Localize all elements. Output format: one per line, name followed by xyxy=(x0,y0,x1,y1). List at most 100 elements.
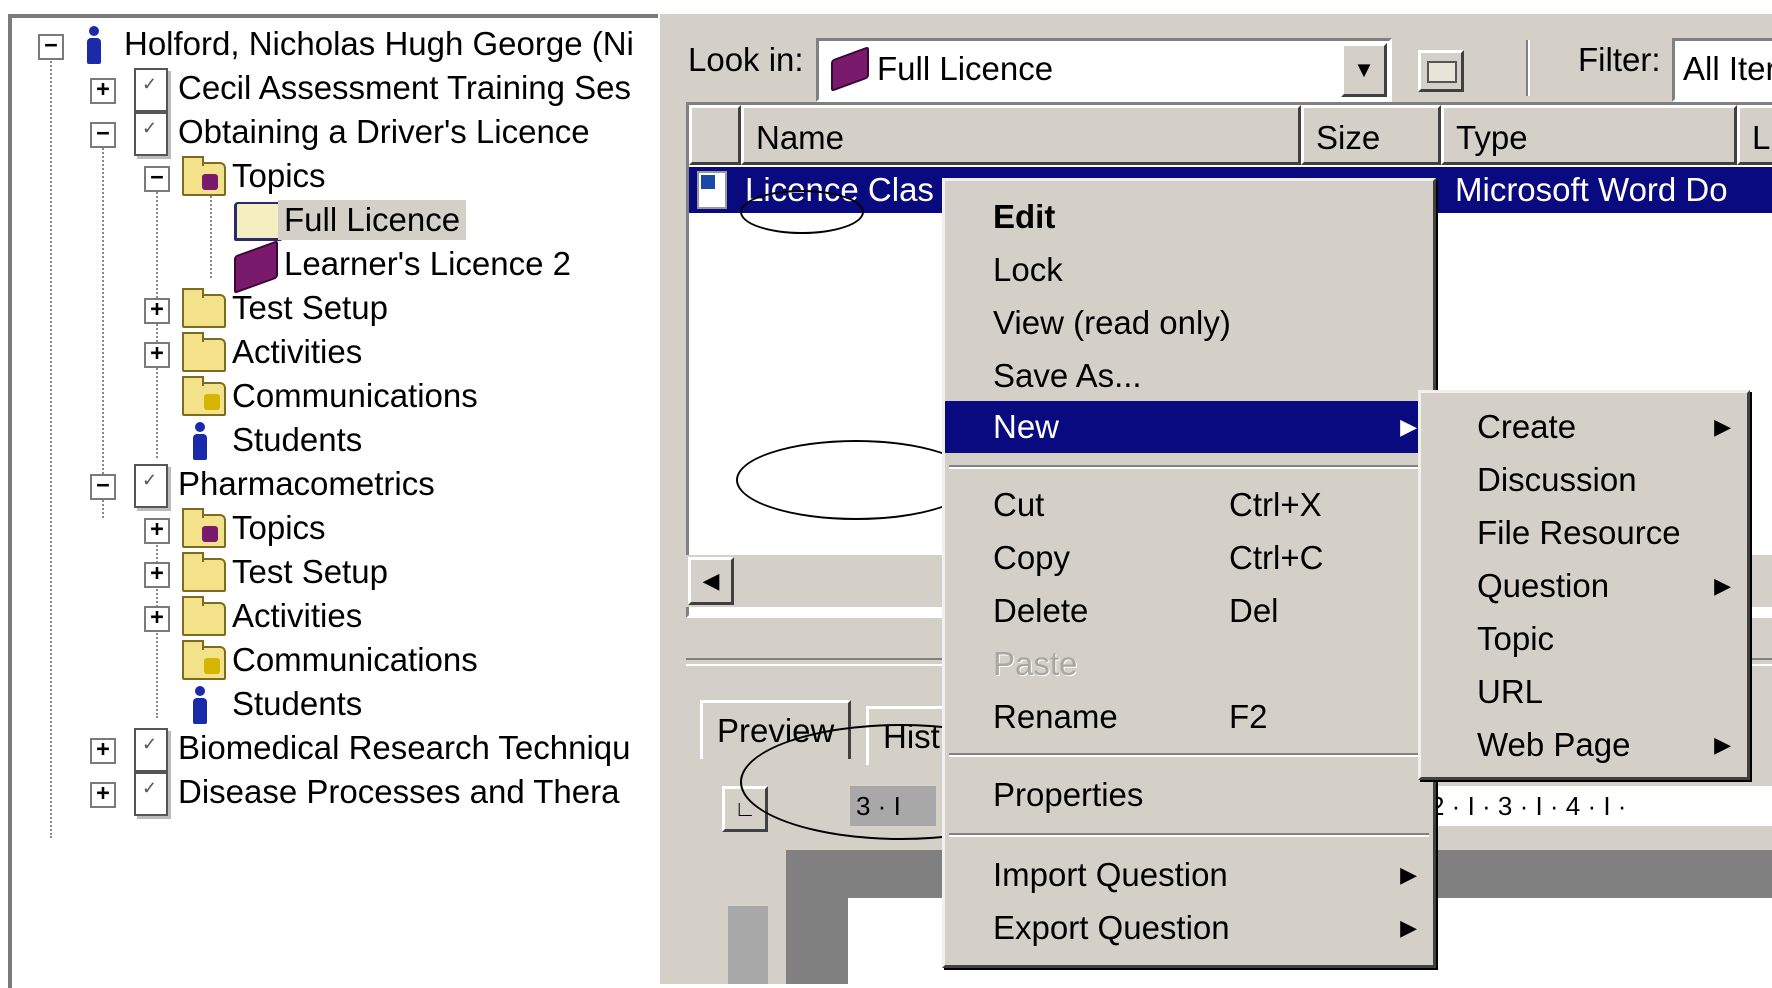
activities-folder-icon xyxy=(182,332,226,372)
expand-toggle[interactable]: + xyxy=(144,298,170,324)
menu-item-properties[interactable]: Properties xyxy=(945,769,1433,821)
icon-column-header[interactable] xyxy=(689,105,741,165)
tree-communications[interactable]: Communications xyxy=(232,640,478,680)
submenu-item-create[interactable]: Create ▶ xyxy=(1421,401,1747,453)
menu-item-label: Topic xyxy=(1477,620,1555,657)
tree-course[interactable]: Obtaining a Driver's Licence xyxy=(178,112,590,152)
students-icon xyxy=(192,686,208,726)
submenu-item-discussion[interactable]: Discussion xyxy=(1421,454,1747,506)
vertical-ruler xyxy=(728,906,768,984)
menu-item-copy[interactable]: Copy Ctrl+C xyxy=(945,532,1433,584)
tree-topics[interactable]: Topics xyxy=(232,508,326,548)
ruler-right: 2 · I · 3 · I · 4 · I · xyxy=(1430,786,1772,826)
menu-item-label: Save As... xyxy=(993,357,1142,394)
menu-item-lock[interactable]: Lock xyxy=(945,244,1433,296)
menu-item-import-question[interactable]: Import Question ▶ xyxy=(945,849,1433,901)
menu-separator xyxy=(949,465,1429,469)
tree-activities[interactable]: Activities xyxy=(232,332,362,372)
submenu-item-url[interactable]: URL xyxy=(1421,666,1747,718)
tree-topic[interactable]: Learner's Licence 2 xyxy=(284,244,571,284)
menu-item-label: Question xyxy=(1477,567,1610,604)
submenu-item-question[interactable]: Question ▶ xyxy=(1421,560,1747,612)
filter-dropdown[interactable]: All Iter xyxy=(1672,38,1772,102)
tree-students[interactable]: Students xyxy=(232,420,362,460)
tree-course[interactable]: Biomedical Research Techniqu xyxy=(178,728,630,768)
course-icon xyxy=(134,112,168,156)
expand-toggle[interactable]: + xyxy=(90,782,116,808)
up-folder-button[interactable] xyxy=(1418,50,1464,92)
tree-test-setup[interactable]: Test Setup xyxy=(232,552,388,592)
look-in-value: Full Licence xyxy=(877,50,1054,87)
expand-toggle[interactable]: + xyxy=(144,342,170,368)
column-header-type[interactable]: Type xyxy=(1441,105,1737,165)
column-header-name[interactable]: Name xyxy=(741,105,1301,165)
students-icon xyxy=(192,422,208,462)
tree-connector xyxy=(210,193,212,278)
expand-toggle[interactable]: + xyxy=(90,738,116,764)
collapse-toggle[interactable]: − xyxy=(90,474,116,500)
scroll-left-icon[interactable]: ◀ xyxy=(688,557,734,605)
menu-item-label: File Resource xyxy=(1477,514,1681,551)
tree-students[interactable]: Students xyxy=(232,684,362,724)
tree-root-user[interactable]: Holford, Nicholas Hugh George (Ni xyxy=(124,24,634,64)
tree-test-setup[interactable]: Test Setup xyxy=(232,288,388,328)
menu-item-new[interactable]: New ▶ xyxy=(945,401,1433,453)
expand-toggle[interactable]: + xyxy=(144,606,170,632)
course-tree: − Holford, Nicholas Hugh George (Ni + Ce… xyxy=(8,14,662,988)
course-icon xyxy=(134,464,168,508)
tree-communications[interactable]: Communications xyxy=(232,376,478,416)
course-icon xyxy=(134,728,168,772)
collapse-toggle[interactable]: − xyxy=(144,166,170,192)
up-folder-icon xyxy=(1427,61,1457,83)
book-icon xyxy=(234,239,278,295)
column-header-size[interactable]: Size xyxy=(1301,105,1441,165)
expand-toggle[interactable]: + xyxy=(144,562,170,588)
collapse-toggle[interactable]: − xyxy=(38,34,64,60)
tree-topics[interactable]: Topics xyxy=(232,156,326,196)
menu-separator xyxy=(949,833,1429,837)
menu-item-cut[interactable]: Cut Ctrl+X xyxy=(945,479,1433,531)
menu-item-export-question[interactable]: Export Question ▶ xyxy=(945,902,1433,954)
expand-toggle[interactable]: + xyxy=(90,78,116,104)
submenu-item-file-resource[interactable]: File Resource xyxy=(1421,507,1747,559)
menu-item-label: Create xyxy=(1477,408,1577,445)
menu-item-label: Web Page xyxy=(1477,726,1631,763)
user-icon xyxy=(86,26,102,66)
menu-item-delete[interactable]: Delete Del xyxy=(945,585,1433,637)
tree-connector xyxy=(102,148,104,518)
megaphone-badge-icon xyxy=(204,658,220,674)
menu-item-label: Properties xyxy=(993,776,1144,813)
toolbar-divider xyxy=(1526,40,1530,96)
chevron-down-icon[interactable]: ▼ xyxy=(1341,43,1387,97)
open-book-icon xyxy=(234,202,282,241)
menu-item-label: Import Question xyxy=(993,856,1228,893)
tree-activities[interactable]: Activities xyxy=(232,596,362,636)
menu-item-paste: Paste xyxy=(945,638,1433,690)
menu-item-label: Export Question xyxy=(993,909,1230,946)
submenu-item-web-page[interactable]: Web Page ▶ xyxy=(1421,719,1747,771)
tree-course[interactable]: Cecil Assessment Training Ses xyxy=(178,68,631,108)
menu-item-save-as[interactable]: Save As... xyxy=(945,350,1433,402)
submenu-arrow-icon: ▶ xyxy=(1400,414,1417,439)
submenu-arrow-icon: ▶ xyxy=(1400,862,1417,887)
tree-course[interactable]: Disease Processes and Thera xyxy=(178,772,619,812)
submenu-arrow-icon: ▶ xyxy=(1714,732,1731,757)
collapse-toggle[interactable]: − xyxy=(90,122,116,148)
tree-course[interactable]: Pharmacometrics xyxy=(178,464,435,504)
menu-shortcut: F2 xyxy=(1229,698,1268,735)
menu-item-view-read-only[interactable]: View (read only) xyxy=(945,297,1433,349)
expand-toggle[interactable]: + xyxy=(144,518,170,544)
context-menu: Edit Lock View (read only) Save As... Ne… xyxy=(942,178,1436,968)
menu-item-label: Edit xyxy=(993,198,1056,235)
tree-topic-selected[interactable]: Full Licence xyxy=(278,200,467,240)
book-badge-icon xyxy=(202,174,218,190)
submenu-item-topic[interactable]: Topic xyxy=(1421,613,1747,665)
course-icon xyxy=(134,772,168,816)
look-in-dropdown[interactable]: Full Licence ▼ xyxy=(816,38,1392,102)
menu-item-label: Rename xyxy=(993,698,1118,735)
test-setup-folder-icon xyxy=(182,552,226,592)
menu-item-rename[interactable]: Rename F2 xyxy=(945,691,1433,743)
menu-item-edit[interactable]: Edit xyxy=(945,191,1433,243)
column-header-location[interactable]: L xyxy=(1737,105,1772,165)
menu-separator xyxy=(949,753,1429,757)
